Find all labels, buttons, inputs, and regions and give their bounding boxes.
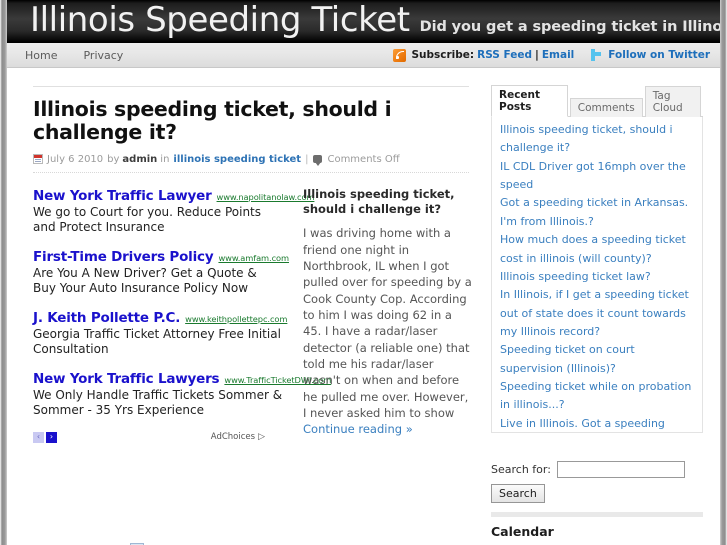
ad-url[interactable]: www.amfam.com (218, 253, 289, 263)
list-item[interactable]: Got a speeding ticket in Arkansas. I'm f… (500, 194, 694, 231)
ad-title[interactable]: New York Traffic Lawyers (33, 371, 220, 387)
ad-url[interactable]: www.napolitanolaw.com (217, 192, 315, 202)
ad-item[interactable]: First-Time Drivers Policy www.amfam.com A… (33, 246, 289, 296)
post-body: New York Traffic Lawyer www.napolitanolaw… (33, 185, 472, 443)
search-widget: Search for: Search (491, 461, 703, 503)
content-top-divider (33, 86, 469, 87)
sidebar-divider (491, 512, 703, 517)
site-masthead: Illinois Speeding Ticket Did you get a s… (7, 0, 720, 42)
excerpt-body: I was driving home with a friend one nig… (303, 225, 473, 437)
ad-headline-row: New York Traffic Lawyer www.napolitanolaw… (33, 185, 315, 204)
ad-description: We Only Handle Traffic Tickets Sommer & … (33, 387, 283, 417)
ad-title[interactable]: J. Keith Pollette P.C. (33, 310, 180, 326)
adchoices-triangle-icon: ▷ (258, 432, 265, 443)
list-item[interactable]: Illinois speeding ticket, should i chall… (500, 121, 694, 158)
masthead-inner: Illinois Speeding Ticket Did you get a s… (30, 0, 720, 42)
post-by-label: by (107, 153, 120, 165)
post-excerpt-column: Illinois speeding ticket, should i chall… (303, 185, 473, 443)
subscribe-label: Subscribe: (411, 49, 475, 61)
ad-pagination: ‹ › (33, 431, 57, 443)
site-tagline: Did you get a speeding ticket in Illinoi… (419, 19, 720, 35)
subscribe-separator: | (535, 49, 539, 61)
twitter-icon[interactable] (590, 48, 603, 62)
list-item[interactable]: Speeding ticket while on probation in il… (500, 378, 694, 415)
continue-reading-link[interactable]: Continue reading » (303, 422, 413, 436)
excerpt-heading: Illinois speeding ticket, should i chall… (303, 186, 455, 216)
search-button[interactable]: Search (491, 484, 545, 503)
list-item[interactable]: IL CDL Driver got 16mph over the speed (500, 158, 694, 195)
adchoices-link[interactable]: AdChoices ▷ (211, 432, 285, 442)
email-subscribe-link[interactable]: Email (542, 49, 574, 61)
post-meta: July 6 2010 by admin in illinois speedin… (33, 154, 469, 173)
list-item[interactable]: Illinois speeding ticket law? (500, 268, 694, 286)
post-category-link[interactable]: illinois speeding ticket (173, 154, 301, 165)
page-body: Illinois speeding ticket, should i chall… (7, 69, 720, 545)
nav-item-privacy[interactable]: Privacy (83, 49, 123, 62)
ad-headline-row: J. Keith Pollette P.C. www.keithpollettep… (33, 307, 287, 326)
tab-comments[interactable]: Comments (569, 98, 643, 117)
site-title[interactable]: Illinois Speeding Ticket (30, 0, 410, 40)
ad-item[interactable]: New York Traffic Lawyers www.TrafficTicke… (33, 368, 331, 418)
meta-pipe: | (305, 153, 309, 165)
tab-recent-posts[interactable]: Recent Posts (491, 85, 568, 117)
adchoices-label: AdChoices (210, 432, 256, 443)
post-title[interactable]: Illinois speeding ticket, should i chall… (33, 98, 469, 144)
follow-on-twitter-link[interactable]: Follow on Twitter (608, 49, 710, 61)
ad-title[interactable]: First-Time Drivers Policy (33, 249, 214, 265)
recent-posts-list: Illinois speeding ticket, should i chall… (491, 117, 703, 433)
calendar-icon (33, 154, 43, 165)
ad-description: Are You A New Driver? Get a Quote & Buy … (33, 265, 257, 295)
nav-item-home[interactable]: Home (25, 49, 57, 62)
nav-subscribe-area: Subscribe: RSS Feed | Email Follow on Tw… (393, 48, 720, 62)
ad-headline-row: New York Traffic Lawyers www.TrafficTicke… (33, 368, 331, 387)
comments-status: Comments Off (327, 153, 400, 165)
post-author[interactable]: admin (122, 154, 157, 165)
advertisement-block: New York Traffic Lawyer www.napolitanolaw… (33, 185, 331, 443)
sidebar-tabs: Recent Posts Comments Tag Cloud (491, 84, 703, 117)
ad-description: Georgia Traffic Ticket Attorney Free Ini… (33, 326, 281, 356)
comment-bubble-icon (313, 155, 323, 167)
post-in-label: in (160, 153, 170, 165)
ad-url[interactable]: www.keithpollettepc.com (185, 314, 287, 324)
ad-headline-row: First-Time Drivers Policy www.amfam.com (33, 246, 289, 265)
window-left-border (0, 0, 7, 545)
ad-prev-arrow-icon[interactable]: ‹ (33, 431, 44, 443)
nav-links: Home Privacy (7, 49, 149, 62)
window-right-border (720, 0, 727, 545)
rss-feed-link[interactable]: RSS Feed (477, 49, 532, 61)
rss-icon[interactable] (393, 48, 407, 62)
excerpt-paragraph: I was driving home with a friend one nig… (303, 226, 472, 420)
ad-item[interactable]: J. Keith Pollette P.C. www.keithpollettep… (33, 307, 287, 357)
post-date: July 6 2010 (47, 153, 104, 165)
list-item[interactable]: In Illinois, if I get a speeding ticket … (500, 286, 694, 341)
calendar-widget-heading: Calendar (491, 524, 554, 539)
ad-description: We go to Court for you. Reduce Points an… (33, 204, 262, 234)
ad-item[interactable]: New York Traffic Lawyer www.napolitanolaw… (33, 185, 315, 235)
ad-title[interactable]: New York Traffic Lawyer (33, 188, 212, 204)
sidebar: Recent Posts Comments Tag Cloud Illinois… (487, 69, 720, 545)
page-root: Illinois Speeding Ticket Did you get a s… (0, 0, 727, 545)
tab-tag-cloud[interactable]: Tag Cloud (644, 86, 701, 117)
list-item[interactable]: Speeding ticket on court supervision (Il… (500, 341, 694, 378)
search-row: Search for: (491, 461, 703, 478)
ad-footer: ‹ › AdChoices ▷ (33, 431, 285, 443)
search-label: Search for: (491, 463, 551, 476)
search-input[interactable] (556, 461, 685, 478)
ad-next-arrow-icon[interactable]: › (46, 431, 57, 443)
primary-navigation-bar: Home Privacy Subscribe: RSS Feed | Email… (7, 42, 720, 68)
main-content-column: Illinois speeding ticket, should i chall… (7, 69, 487, 545)
list-item[interactable]: Live in Illinois. Got a speeding ticket … (500, 415, 694, 432)
list-item[interactable]: How much does a speeding ticket cost in … (500, 231, 694, 268)
